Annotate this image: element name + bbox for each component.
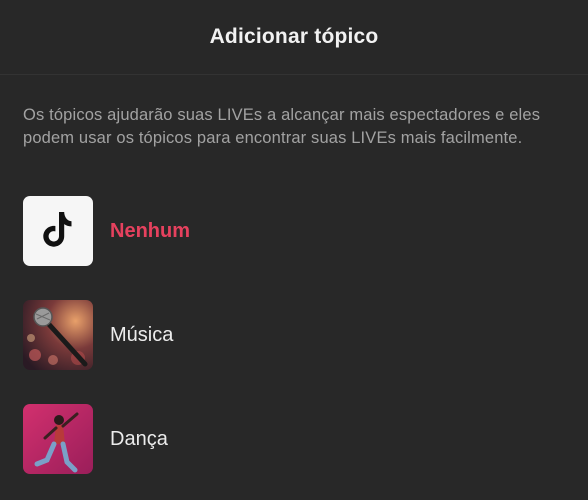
- topic-item-none[interactable]: Nenhum: [23, 196, 568, 266]
- modal-header: Adicionar tópico: [0, 0, 588, 75]
- topic-item-music[interactable]: Música: [23, 300, 568, 370]
- dancer-image: [23, 404, 93, 474]
- topic-item-dance[interactable]: Dança: [23, 404, 568, 474]
- topic-description: Os tópicos ajudarão suas LIVEs a alcança…: [23, 106, 541, 147]
- topic-label-dance: Dança: [110, 427, 168, 450]
- microphone-image: [23, 300, 93, 370]
- page-title: Adicionar tópico: [209, 25, 379, 48]
- topic-label-none: Nenhum: [110, 219, 190, 242]
- topic-label-music: Música: [110, 323, 174, 346]
- tiktok-logo-icon: [23, 196, 93, 266]
